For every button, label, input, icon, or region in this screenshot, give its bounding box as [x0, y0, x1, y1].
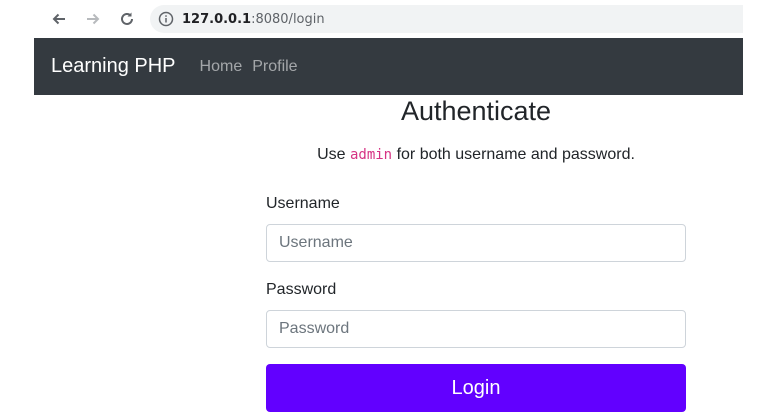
forward-arrow-icon[interactable] — [82, 8, 104, 30]
hint-code: admin — [349, 147, 393, 163]
nav-link-profile[interactable]: Profile — [252, 58, 297, 76]
password-label: Password — [266, 281, 337, 298]
page-title: Authenticate — [400, 96, 552, 126]
url-host: 127.0.0.1 — [182, 11, 252, 27]
address-bar[interactable]: 127.0.0.1:8080/login — [150, 5, 743, 33]
username-label: Username — [266, 195, 340, 212]
navbar-brand[interactable]: Learning PHP — [51, 55, 176, 78]
hint-suffix: for both username and password. — [392, 146, 635, 163]
info-icon[interactable] — [158, 11, 174, 27]
password-input[interactable] — [266, 310, 686, 348]
login-button[interactable]: Login — [266, 364, 686, 412]
reload-icon[interactable] — [116, 8, 138, 30]
browser-toolbar: 127.0.0.1:8080/login — [34, 0, 743, 38]
nav-link-home[interactable]: Home — [200, 58, 243, 76]
login-hint: Use admin for both username and password… — [266, 146, 686, 164]
back-arrow-icon[interactable] — [48, 8, 70, 30]
username-input[interactable] — [266, 224, 686, 262]
url-path: :8080/login — [251, 11, 325, 27]
hint-prefix: Use — [317, 146, 350, 163]
navbar: Learning PHP Home Profile — [34, 38, 743, 95]
